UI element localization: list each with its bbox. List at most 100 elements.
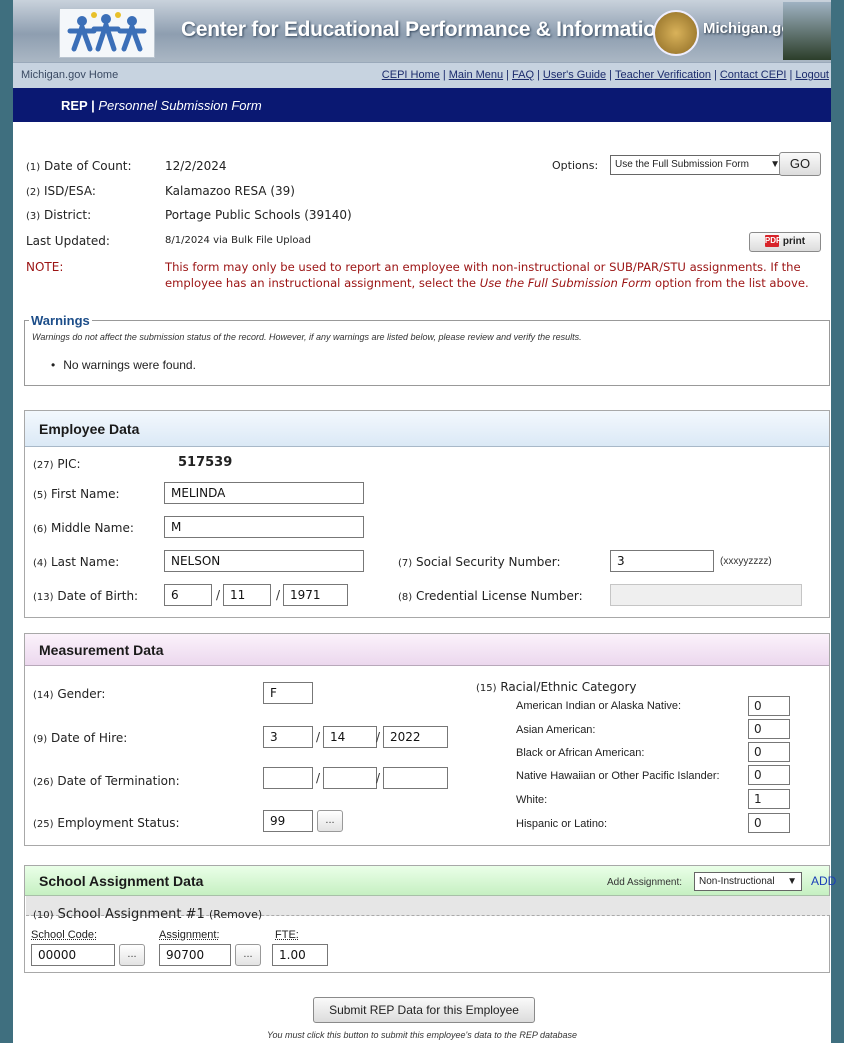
nav-link-cepi-home[interactable]: CEPI Home: [382, 69, 440, 81]
warnings-legend: Warnings: [29, 313, 92, 328]
employment-status-label: (25) Employment Status:: [33, 816, 180, 830]
race-input-black[interactable]: 0: [748, 742, 790, 762]
assignment-code-input[interactable]: 90700: [159, 944, 231, 966]
print-button[interactable]: PDF print: [749, 232, 821, 252]
nav-link-users-guide[interactable]: User's Guide: [543, 69, 606, 81]
dob-year-input[interactable]: 1971: [283, 584, 348, 606]
gender-input[interactable]: F: [263, 682, 313, 704]
last-updated-label: Last Updated:: [26, 234, 110, 248]
race-input-pacific-islander[interactable]: 0: [748, 765, 790, 785]
michigan-gov-home-link[interactable]: Michigan.gov Home: [21, 69, 118, 81]
employee-data-heading: Employee Data: [25, 411, 829, 447]
rep-label: REP |: [61, 98, 95, 113]
date-separator: /: [376, 730, 381, 744]
ssn-input[interactable]: 3: [610, 550, 714, 572]
add-assignment-label: Add Assignment:: [607, 877, 683, 888]
note-text-line2: employee has an instructional assignment…: [165, 276, 809, 290]
race-label-pacific-islander: Native Hawaiian or Other Pacific Islande…: [516, 770, 720, 782]
nav-link-contact-cepi[interactable]: Contact CEPI: [720, 69, 787, 81]
page: Center for Educational Performance & Inf…: [13, 0, 836, 1043]
nav-link-faq[interactable]: FAQ: [512, 69, 534, 81]
district-label: (3) District:: [26, 208, 92, 222]
race-label-black: Black or African American:: [516, 747, 645, 759]
district-value: Portage Public Schools (39140): [165, 208, 352, 222]
term-year-input[interactable]: [383, 767, 448, 789]
lighthouse-image: [783, 2, 831, 60]
race-input-hispanic[interactable]: 0: [748, 813, 790, 833]
employment-status-input[interactable]: 99: [263, 810, 313, 832]
note-text-line1: This form may only be used to report an …: [165, 260, 801, 274]
header-banner: Center for Educational Performance & Inf…: [13, 0, 831, 62]
date-separator: /: [376, 771, 381, 785]
date-of-count-label: (1) Date of Count:: [26, 159, 132, 173]
race-input-asian[interactable]: 0: [748, 719, 790, 739]
race-label-asian: Asian American:: [516, 724, 596, 736]
assignment-lookup-button[interactable]: ...: [235, 944, 261, 966]
hire-day-input[interactable]: 14: [323, 726, 377, 748]
middle-name-label: (6) Middle Name:: [33, 521, 134, 535]
date-of-hire-label: (9) Date of Hire:: [33, 731, 128, 745]
school-code-input[interactable]: 00000: [31, 944, 115, 966]
pdf-icon: PDF: [764, 235, 781, 248]
employment-status-lookup-button[interactable]: ...: [317, 810, 343, 832]
date-of-count-value: 12/2/2024: [165, 159, 227, 173]
school-code-label: School Code:: [31, 929, 98, 941]
warnings-box: [24, 320, 830, 386]
go-button[interactable]: GO: [779, 152, 821, 176]
remove-assignment-link[interactable]: (Remove): [209, 908, 262, 921]
nav-link-teacher-verification[interactable]: Teacher Verification: [615, 69, 711, 81]
site-title: Center for Educational Performance & Inf…: [181, 18, 669, 41]
first-name-label: (5) First Name:: [33, 487, 120, 501]
date-separator: /: [316, 730, 321, 744]
warnings-description: Warnings do not affect the submission st…: [32, 332, 582, 342]
nav-links: CEPI Home | Main Menu | FAQ | User's Guide | Tea…: [381, 69, 829, 81]
race-input-white[interactable]: 1: [748, 789, 790, 809]
race-label-hispanic: Hispanic or Latino:: [516, 818, 608, 830]
school-code-lookup-button[interactable]: ...: [119, 944, 145, 966]
nav-link-main-menu[interactable]: Main Menu: [449, 69, 503, 81]
form-title: Personnel Submission Form: [98, 98, 262, 113]
term-month-input[interactable]: [263, 767, 313, 789]
fte-label: FTE:: [275, 929, 299, 941]
race-label-white: White:: [516, 794, 548, 806]
assignment-label: Assignment:: [159, 929, 220, 941]
add-assignment-link[interactable]: ADD: [811, 874, 836, 888]
date-separator: /: [216, 588, 221, 602]
date-separator: /: [276, 588, 281, 602]
page-title-bar: REP | Personnel Submission Form: [13, 88, 831, 122]
hire-year-input[interactable]: 2022: [383, 726, 448, 748]
print-label: print: [782, 236, 806, 247]
isd-label: (2) ISD/ESA:: [26, 184, 96, 198]
submit-button[interactable]: Submit REP Data for this Employee: [313, 997, 535, 1023]
race-label-american-indian: American Indian or Alaska Native:: [516, 700, 682, 712]
dob-month-input[interactable]: 6: [164, 584, 212, 606]
pic-label: (27) PIC:: [33, 457, 81, 471]
hire-month-input[interactable]: 3: [263, 726, 313, 748]
date-of-birth-label: (13) Date of Birth:: [33, 589, 139, 603]
options-select[interactable]: Use the Full Submission Form ▼: [610, 155, 785, 175]
racial-ethnic-heading: (15) Racial/Ethnic Category: [476, 680, 637, 694]
measurement-data-heading: Measurement Data: [25, 634, 829, 666]
nav-link-logout[interactable]: Logout: [795, 69, 829, 81]
ssn-format-hint: (xxxyyzzzz): [720, 556, 772, 567]
note-label: NOTE:: [26, 260, 64, 274]
middle-name-input[interactable]: M: [164, 516, 364, 538]
term-day-input[interactable]: [323, 767, 377, 789]
credential-license-input: [610, 584, 802, 606]
chevron-down-icon: ▼: [787, 876, 797, 887]
first-name-input[interactable]: MELINDA: [164, 482, 364, 504]
isd-value: Kalamazoo RESA (39): [165, 184, 295, 198]
dob-day-input[interactable]: 11: [223, 584, 271, 606]
school-assignment-title: (10) School Assignment #1 (Remove): [33, 907, 263, 922]
fte-input[interactable]: 1.00: [272, 944, 328, 966]
last-name-input[interactable]: NELSON: [164, 550, 364, 572]
add-assignment-select[interactable]: Non-Instructional ▼: [694, 872, 802, 891]
last-updated-value: 8/1/2024 via Bulk File Upload: [165, 235, 311, 246]
gender-label: (14) Gender:: [33, 687, 106, 701]
submit-note: You must click this button to submit thi…: [266, 1030, 578, 1040]
nav-bar: Michigan.gov Home CEPI Home | Main Menu | FA…: [13, 62, 831, 89]
credential-license-label: (8) Credential License Number:: [398, 589, 583, 603]
race-input-american-indian[interactable]: 0: [748, 696, 790, 716]
cepi-logo: [59, 8, 155, 58]
date-separator: /: [316, 771, 321, 785]
